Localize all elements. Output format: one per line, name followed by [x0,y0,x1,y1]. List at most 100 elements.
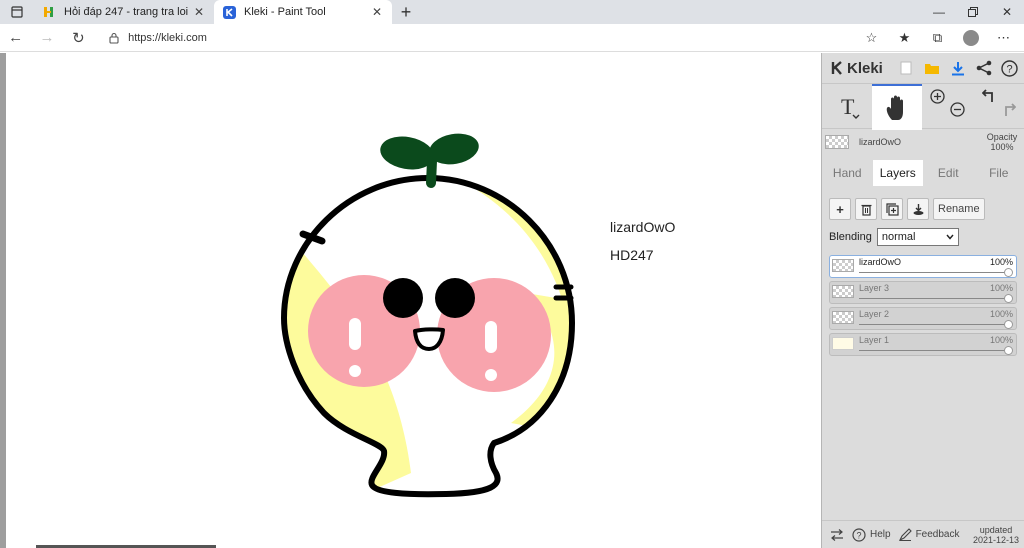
tab-layers[interactable]: Layers [872,160,923,186]
layer-opacity-track [859,298,1008,299]
hoidap-favicon-icon [42,5,56,19]
open-image-button[interactable] [919,55,945,81]
feedback-label: Feedback [915,529,960,540]
kleki-logo[interactable]: Kleki [830,60,883,77]
back-button[interactable]: ← [0,24,31,52]
help-button[interactable]: ? [997,55,1023,81]
layer-opacity-slider[interactable] [1004,268,1013,277]
minimize-icon[interactable]: — [922,0,956,24]
swap-side-button[interactable] [830,528,844,541]
layer-item-lizardowo[interactable]: lizardOwO 100% [829,255,1017,278]
new-image-icon [900,61,912,75]
trash-icon [861,204,871,216]
feedback-pen-icon [898,528,912,541]
address-bar[interactable]: https://kleki.com [100,27,855,49]
layer-item-layer-1[interactable]: Layer 1 100% [829,333,1017,356]
reload-button[interactable]: ↻ [63,24,94,52]
kleki-favicon-icon [222,5,236,19]
layer-thumbnail [832,259,854,272]
logo-text: Kleki [847,59,883,77]
rename-layer-button[interactable]: Rename [933,198,985,220]
window-controls: — ✕ [922,0,1024,24]
plus-icon: + [836,201,844,217]
layer-opacity-track [859,272,1008,273]
hand-tool[interactable] [872,84,922,130]
zoom-out-icon[interactable] [950,102,965,117]
help-label: Help [870,529,891,540]
blending-label: Blending [829,231,872,243]
layer-opacity-slider[interactable] [1004,320,1013,329]
favorites-icon[interactable]: ★ [888,24,921,52]
restore-icon[interactable] [956,0,990,24]
layer-toolbar: + Rename [822,186,1024,220]
share-button[interactable] [971,55,997,81]
layer-thumbnail [825,135,849,149]
help-circle-icon: ? [852,527,866,542]
layer-opacity: 100% [989,335,1013,345]
tool-selector: T [822,83,1024,130]
layer-list: lizardOwO 100% Layer 3 100% Layer 2 100% [822,246,1024,356]
save-button[interactable] [945,55,971,81]
chevron-down-icon [946,234,954,240]
tab-kleki[interactable]: Kleki - Paint Tool ✕ [214,0,392,24]
svg-text:?: ? [1007,63,1013,75]
profile-avatar[interactable] [954,24,987,52]
drawing-canvas[interactable]: lizardOwO HD247 [0,53,821,548]
layer-item-layer-2[interactable]: Layer 2 100% [829,307,1017,330]
layer-opacity-slider[interactable] [1004,294,1013,303]
updated-date: 2021-12-13 [972,534,1019,545]
canvas-text-name: lizardOwO [610,219,676,235]
download-icon [951,61,964,75]
zoom-in-icon[interactable] [930,89,945,104]
merge-layer-button[interactable] [907,198,929,220]
layer-opacity-slider[interactable] [1004,346,1013,355]
delete-layer-button[interactable] [855,198,877,220]
tab-actions-button[interactable] [0,0,34,24]
updated-info: updated 2021-12-13 [973,525,1019,545]
more-menu-icon[interactable]: ⋯ [987,24,1020,52]
text-tool[interactable]: T [822,84,872,130]
duplicate-icon [885,202,899,216]
browser-window: Hỏi đáp 247 - trang tra loi ✕ Kleki - Pa… [0,0,1024,548]
close-tab-icon[interactable]: ✕ [370,5,384,19]
new-tab-button[interactable]: + [392,0,420,24]
reload-icon: ↻ [72,29,85,47]
collections-icon[interactable]: ⧉ [921,24,954,52]
tool-panel: Kleki ? T lizardOwO Opacity 100% Hand La… [821,53,1024,548]
close-tab-icon[interactable]: ✕ [192,5,206,19]
tab-edit[interactable]: Edit [923,160,974,186]
close-window-icon[interactable]: ✕ [990,0,1024,24]
blending-value: normal [881,231,916,243]
swap-arrows-icon [831,528,843,541]
panel-header: Kleki ? [822,53,1024,83]
panel-footer: ? Help Feedback updated 2021-12-13 [822,520,1024,548]
layer-opacity-track [859,350,1008,351]
history-controls [972,84,1022,130]
layer-item-layer-3[interactable]: Layer 3 100% [829,281,1017,304]
help-icon: ? [1001,59,1019,77]
hand-tool-icon [886,95,903,120]
tab-hand[interactable]: Hand [822,160,873,186]
add-layer-button[interactable]: + [829,198,851,220]
layer-thumbnail [832,337,854,350]
blending-select[interactable]: normal [876,228,959,246]
tab-file[interactable]: File [974,160,1024,186]
blending-row: Blending normal [822,220,1024,246]
duplicate-layer-button[interactable] [881,198,903,220]
help-link[interactable]: ? Help [852,527,891,542]
merge-down-icon [913,203,923,215]
forward-button[interactable]: → [31,24,62,52]
tab-hoidap[interactable]: Hỏi đáp 247 - trang tra loi ✕ [34,0,214,24]
layer-thumbnail [832,311,854,324]
folder-icon [924,63,939,74]
back-arrow-icon: ← [8,29,24,46]
new-image-button[interactable] [893,55,919,81]
undo-icon[interactable] [982,88,998,104]
layer-name: Layer 3 [859,283,890,293]
redo-icon[interactable] [1000,102,1016,118]
favorite-star-icon[interactable]: ☆ [855,24,888,52]
kleki-logo-icon [831,61,842,75]
feedback-link[interactable]: Feedback [898,528,960,541]
tab-actions-icon [11,6,23,18]
url-text: https://kleki.com [128,31,207,44]
